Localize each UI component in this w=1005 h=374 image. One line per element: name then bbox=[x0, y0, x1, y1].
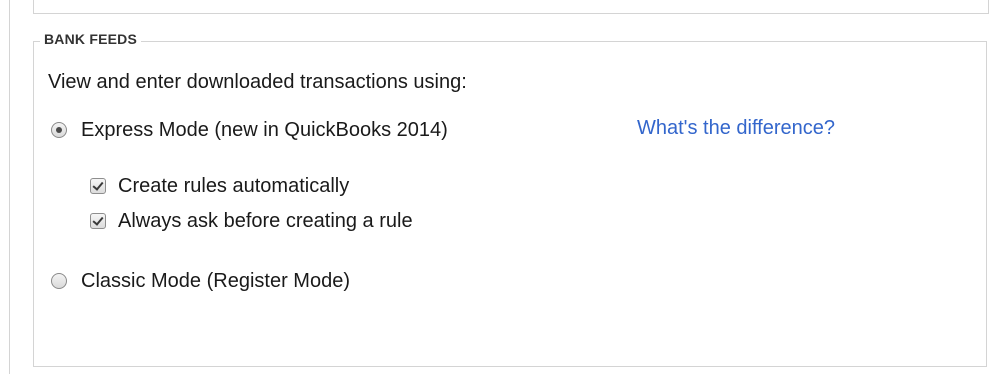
create-rules-checkbox[interactable] bbox=[90, 178, 106, 194]
always-ask-label[interactable]: Always ask before creating a rule bbox=[118, 209, 413, 233]
bank-feeds-title: BANK FEEDS bbox=[40, 30, 142, 48]
panel-left-border bbox=[9, 0, 10, 374]
always-ask-checkbox[interactable] bbox=[90, 213, 106, 229]
classic-mode-label[interactable]: Classic Mode (Register Mode) bbox=[81, 269, 350, 293]
bank-feeds-intro: View and enter downloaded transactions u… bbox=[48, 71, 467, 93]
classic-mode-radio[interactable] bbox=[51, 273, 67, 289]
create-rules-label[interactable]: Create rules automatically bbox=[118, 174, 349, 198]
always-ask-option[interactable]: Always ask before creating a rule bbox=[90, 209, 413, 233]
previous-section-panel bbox=[33, 0, 989, 14]
classic-mode-option[interactable]: Classic Mode (Register Mode) bbox=[51, 269, 350, 293]
express-mode-option[interactable]: Express Mode (new in QuickBooks 2014) bbox=[51, 118, 448, 142]
whats-the-difference-link[interactable]: What's the difference? bbox=[637, 116, 835, 140]
express-mode-label[interactable]: Express Mode (new in QuickBooks 2014) bbox=[81, 118, 448, 142]
create-rules-option[interactable]: Create rules automatically bbox=[90, 174, 349, 198]
express-mode-radio[interactable] bbox=[51, 122, 67, 138]
